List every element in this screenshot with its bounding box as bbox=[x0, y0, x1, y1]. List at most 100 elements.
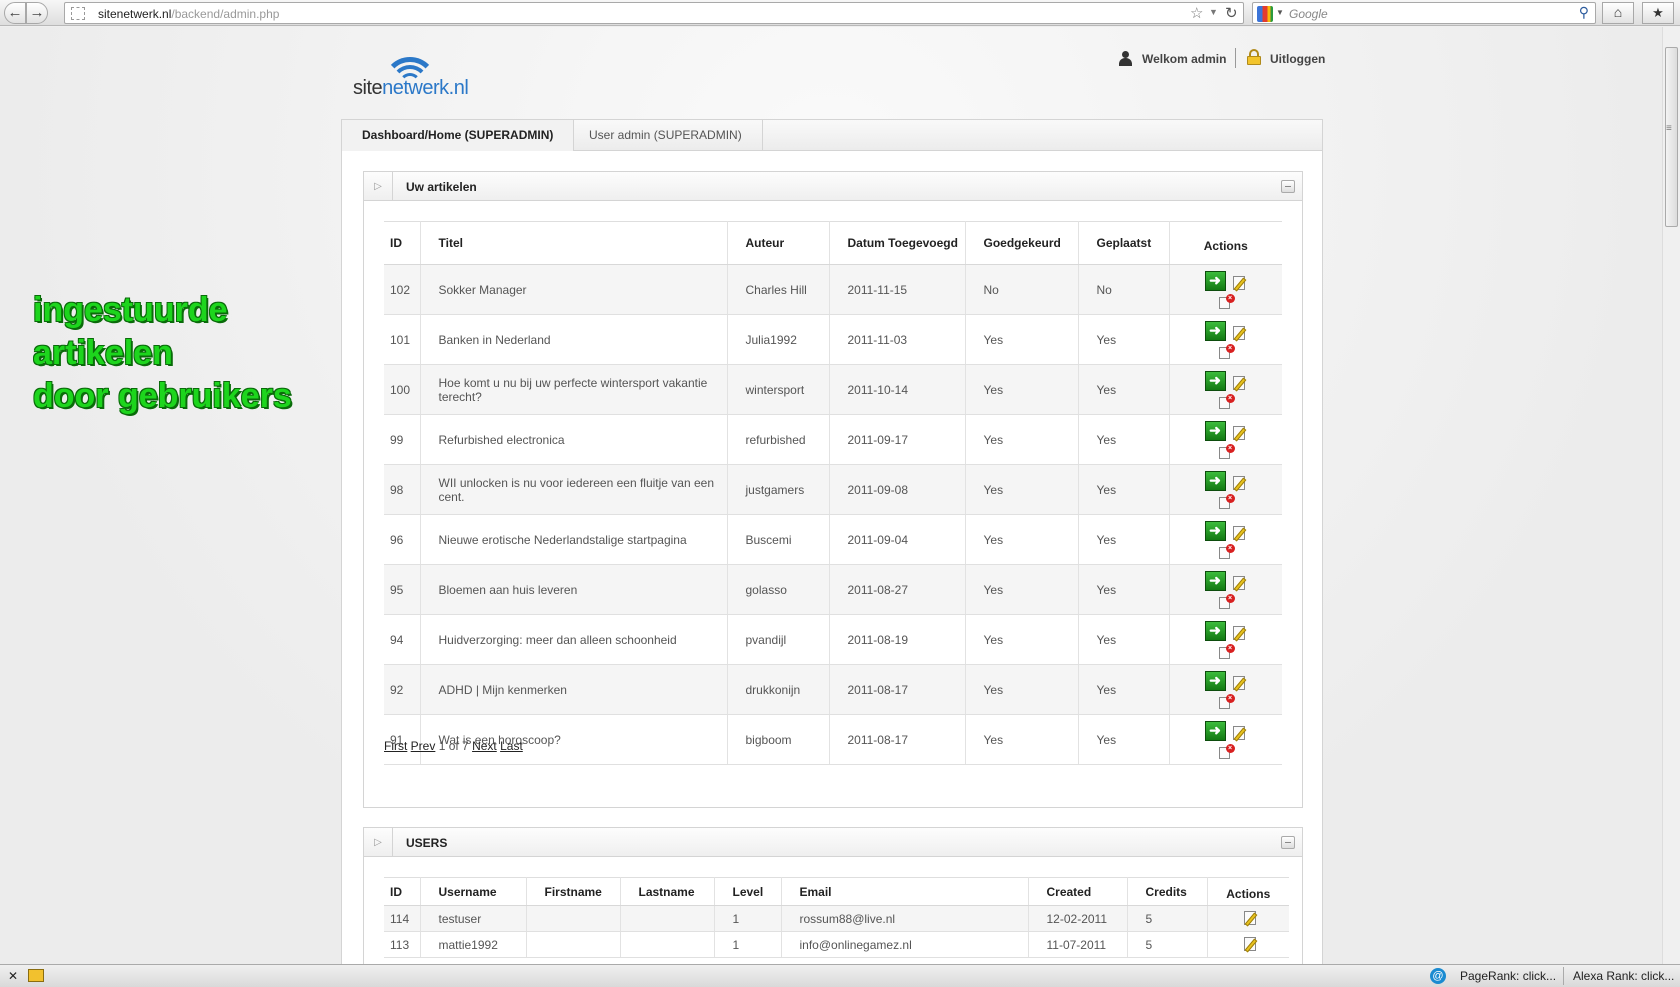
publish-arrow-icon[interactable]: ➜ bbox=[1204, 671, 1226, 691]
col-lastname[interactable]: Lastname bbox=[620, 877, 715, 906]
col-goedgekeurd[interactable]: Goedgekeurd bbox=[965, 221, 1079, 265]
alexa-status[interactable]: Alexa Rank: click... bbox=[1573, 969, 1674, 983]
col-auteur[interactable]: Auteur bbox=[727, 221, 830, 265]
delete-icon[interactable]: × bbox=[1218, 644, 1235, 659]
users-body: 114 testuser 1 rossum88@live.nl 12-02-2011 5 1… bbox=[384, 905, 1289, 958]
col-id[interactable]: ID bbox=[384, 221, 421, 265]
page-viewport: sitenetwerk.nl Welkom admin Uitloggen in… bbox=[0, 27, 1662, 964]
edit-icon[interactable] bbox=[1243, 909, 1261, 927]
bookmarks-button[interactable]: ★ bbox=[1642, 2, 1674, 24]
pager-next-link[interactable]: Next bbox=[472, 739, 497, 753]
edit-icon[interactable] bbox=[1232, 324, 1250, 342]
delete-icon[interactable]: × bbox=[1218, 344, 1235, 359]
edit-icon[interactable] bbox=[1243, 935, 1261, 953]
col-created[interactable]: Created bbox=[1028, 877, 1128, 906]
col-level[interactable]: Level bbox=[714, 877, 782, 906]
publish-arrow-icon[interactable]: ➜ bbox=[1204, 721, 1226, 741]
edit-icon[interactable] bbox=[1232, 624, 1250, 642]
reload-icon[interactable]: ↻ bbox=[1225, 4, 1238, 22]
tab-user-admin[interactable]: User admin (SUPERADMIN) bbox=[569, 120, 763, 151]
col-firstname[interactable]: Firstname bbox=[526, 877, 621, 906]
publish-arrow-icon[interactable]: ➜ bbox=[1204, 271, 1226, 291]
article-datum: 2011-08-17 bbox=[829, 664, 966, 715]
col-titel[interactable]: Titel bbox=[420, 221, 728, 265]
history-dropdown-icon[interactable]: ▼ bbox=[1209, 7, 1218, 17]
site-logo[interactable]: sitenetwerk.nl bbox=[353, 57, 473, 99]
publish-arrow-icon[interactable]: ➜ bbox=[1204, 571, 1226, 591]
tab-dashboard[interactable]: Dashboard/Home (SUPERADMIN) bbox=[342, 120, 575, 151]
col-id[interactable]: ID bbox=[384, 877, 421, 906]
search-bar[interactable]: ▼ Google ⚲ bbox=[1252, 2, 1596, 24]
publish-arrow-icon[interactable]: ➜ bbox=[1204, 371, 1226, 391]
user-firstname bbox=[526, 905, 621, 932]
article-titel: Hoe komt u nu bij uw perfecte winterspor… bbox=[420, 364, 728, 415]
address-bar[interactable]: sitenetwerk.nl/backend/admin.php ☆ ▼ ↻ bbox=[64, 2, 1244, 24]
user-email: rossum88@live.nl bbox=[781, 905, 1029, 932]
magnifier-icon[interactable]: ⚲ bbox=[1579, 4, 1589, 21]
delete-icon[interactable]: × bbox=[1218, 494, 1235, 509]
publish-arrow-icon[interactable]: ➜ bbox=[1204, 471, 1226, 491]
article-actions: ➜ × bbox=[1169, 464, 1282, 515]
delete-icon[interactable]: × bbox=[1218, 694, 1235, 709]
back-button[interactable]: ← bbox=[4, 2, 26, 24]
delete-icon[interactable]: × bbox=[1218, 744, 1235, 759]
bookmark-star-icon[interactable]: ☆ bbox=[1190, 4, 1203, 22]
addon-bar-icon[interactable] bbox=[28, 969, 44, 982]
edit-icon[interactable] bbox=[1232, 424, 1250, 442]
expand-arrow-icon[interactable]: ▷ bbox=[364, 828, 393, 857]
col-datum[interactable]: Datum Toegevoegd bbox=[829, 221, 966, 265]
user-email: info@onlinegamez.nl bbox=[781, 931, 1029, 958]
article-row: 96 Nieuwe erotische Nederlandstalige star… bbox=[384, 514, 1282, 565]
col-username[interactable]: Username bbox=[420, 877, 527, 906]
edit-icon[interactable] bbox=[1232, 524, 1250, 542]
edit-icon[interactable] bbox=[1232, 724, 1250, 742]
engine-dropdown-icon[interactable]: ▼ bbox=[1276, 8, 1284, 17]
article-actions: ➜ × bbox=[1169, 364, 1282, 415]
logout-link[interactable]: Uitloggen bbox=[1270, 52, 1325, 66]
delete-icon[interactable]: × bbox=[1218, 594, 1235, 609]
article-auteur: Julia1992 bbox=[727, 314, 830, 365]
collapse-icon[interactable] bbox=[1281, 836, 1295, 849]
user-created: 12-02-2011 bbox=[1028, 905, 1128, 932]
close-icon[interactable]: ✕ bbox=[8, 969, 18, 983]
delete-icon[interactable]: × bbox=[1218, 394, 1235, 409]
site-identity-icon[interactable] bbox=[71, 7, 85, 20]
address-text[interactable]: sitenetwerk.nl/backend/admin.php bbox=[98, 7, 279, 21]
col-credits[interactable]: Credits bbox=[1127, 877, 1208, 906]
search-input[interactable]: Google bbox=[1289, 7, 1328, 21]
publish-arrow-icon[interactable]: ➜ bbox=[1204, 321, 1226, 341]
at-sign-icon[interactable]: @ bbox=[1430, 968, 1446, 984]
edit-icon[interactable] bbox=[1232, 674, 1250, 692]
pager-first-link[interactable]: First bbox=[384, 739, 407, 753]
col-email[interactable]: Email bbox=[781, 877, 1029, 906]
edit-icon[interactable] bbox=[1232, 474, 1250, 492]
home-icon: ⌂ bbox=[1613, 4, 1623, 20]
delete-icon[interactable]: × bbox=[1218, 544, 1235, 559]
edit-icon[interactable] bbox=[1232, 274, 1250, 292]
edit-icon[interactable] bbox=[1232, 574, 1250, 592]
forward-button[interactable]: → bbox=[26, 2, 48, 24]
google-engine-icon[interactable] bbox=[1257, 6, 1273, 22]
col-geplaatst[interactable]: Geplaatst bbox=[1078, 221, 1170, 265]
pager-prev-link[interactable]: Prev bbox=[411, 739, 436, 753]
publish-arrow-icon[interactable]: ➜ bbox=[1204, 521, 1226, 541]
delete-icon[interactable]: × bbox=[1218, 444, 1235, 459]
delete-icon[interactable]: × bbox=[1218, 294, 1235, 309]
user-lastname bbox=[620, 905, 715, 932]
user-firstname bbox=[526, 931, 621, 958]
pager-last-link[interactable]: Last bbox=[500, 739, 523, 753]
article-titel: ADHD | Mijn kenmerken bbox=[420, 664, 728, 715]
lock-icon[interactable] bbox=[1246, 49, 1262, 65]
edit-icon[interactable] bbox=[1232, 374, 1250, 392]
articles-table: ID Titel Auteur Datum Toegevoegd Goedgek… bbox=[384, 221, 1282, 765]
arrow-left-icon: ← bbox=[7, 4, 23, 21]
publish-arrow-icon[interactable]: ➜ bbox=[1204, 421, 1226, 441]
home-button[interactable]: ⌂ bbox=[1602, 2, 1634, 24]
vertical-scrollbar[interactable]: ≡ bbox=[1662, 27, 1680, 964]
pagerank-status[interactable]: PageRank: click... bbox=[1460, 969, 1556, 983]
article-gepl: Yes bbox=[1078, 664, 1170, 715]
collapse-icon[interactable] bbox=[1281, 180, 1295, 193]
publish-arrow-icon[interactable]: ➜ bbox=[1204, 621, 1226, 641]
scrollbar-thumb[interactable] bbox=[1665, 47, 1678, 227]
expand-arrow-icon[interactable]: ▷ bbox=[364, 172, 393, 201]
